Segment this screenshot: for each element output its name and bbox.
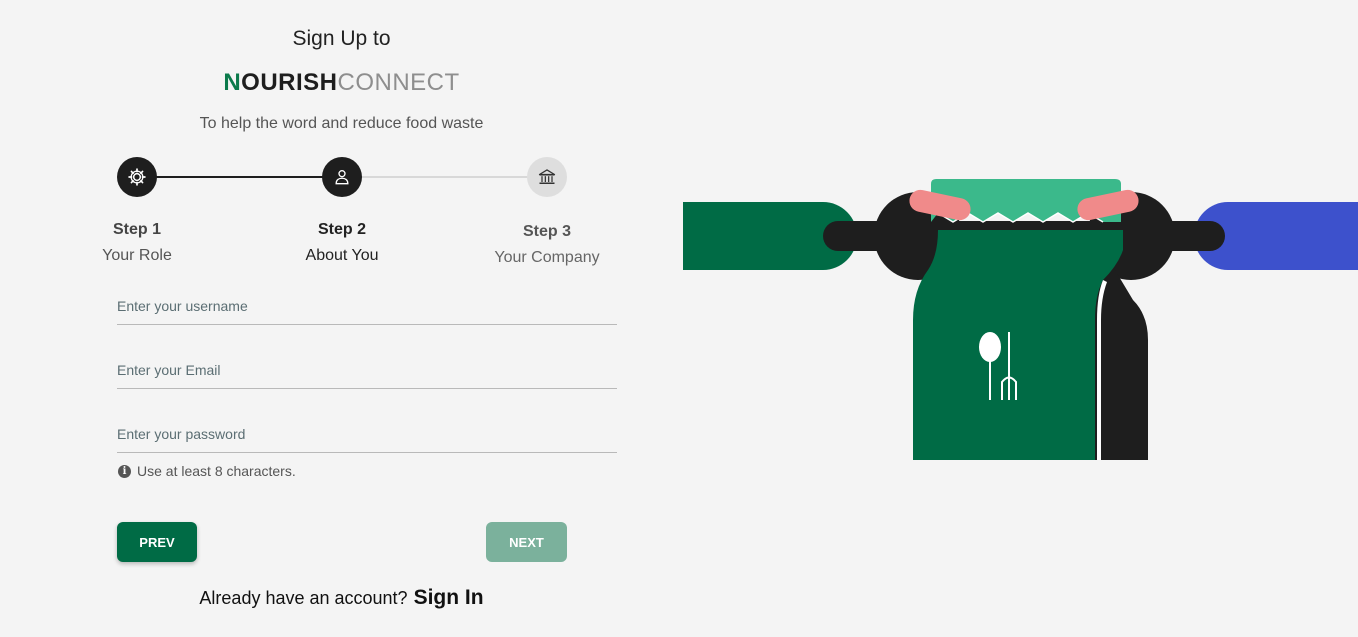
step-3-title: Step 3 — [522, 223, 571, 240]
hero-illustration — [683, 179, 1358, 460]
signin-prompt: Already have an account? Sign In — [0, 586, 683, 610]
step-2-title: Step 2 — [317, 221, 366, 238]
username-input[interactable] — [117, 288, 617, 325]
building-icon — [538, 169, 556, 184]
signin-link[interactable]: Sign In — [414, 586, 484, 609]
email-input[interactable] — [117, 352, 617, 389]
signin-prompt-text: Already have an account? — [199, 588, 408, 608]
step-2-circle[interactable] — [322, 157, 362, 197]
stepper-connector-pending — [361, 176, 528, 178]
signup-form-panel: Sign Up to NOURISHCONNECT To help the wo… — [0, 0, 683, 637]
step-1-circle[interactable] — [117, 157, 157, 197]
password-hint-text: Use at least 8 characters. — [137, 463, 296, 479]
password-input[interactable] — [117, 416, 617, 453]
step-3-label: Your Company — [494, 249, 600, 266]
gear-icon — [128, 168, 146, 186]
step-3-circle[interactable] — [527, 157, 567, 197]
step-1-title: Step 1 — [112, 221, 161, 238]
step-1-label: Your Role — [102, 247, 172, 264]
password-hint: i Use at least 8 characters. — [118, 463, 296, 479]
signup-page: Sign Up to NOURISHCONNECT To help the wo… — [0, 0, 1358, 637]
info-icon: i — [118, 464, 131, 478]
stepper-connector-completed — [156, 176, 323, 178]
person-icon — [335, 170, 349, 185]
next-button[interactable]: NEXT — [486, 522, 567, 562]
prev-button[interactable]: PREV — [117, 522, 197, 562]
step-2-label: About You — [305, 247, 379, 264]
progress-stepper: Step 1 Your Role Step 2 About You Step 3… — [0, 0, 683, 280]
